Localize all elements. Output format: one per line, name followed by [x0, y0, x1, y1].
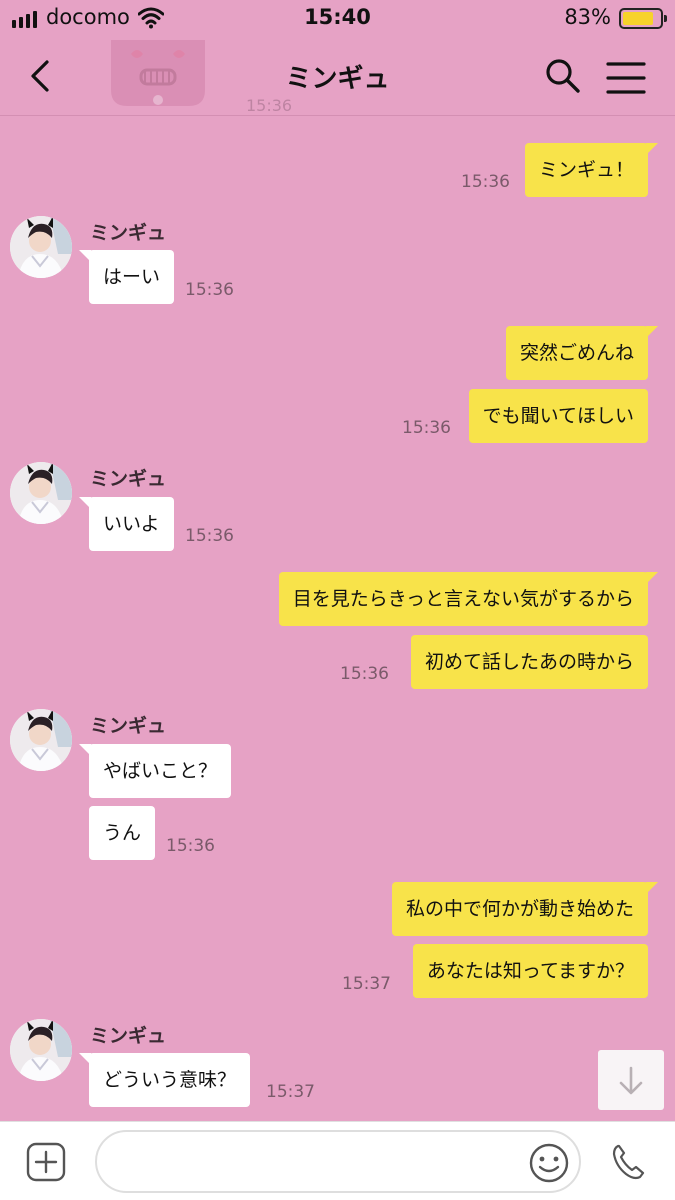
battery-icon: [619, 8, 667, 29]
outgoing-message: 初めて話したあの時から: [410, 635, 648, 689]
message-input-bar: [0, 1121, 675, 1200]
avatar[interactable]: [10, 1019, 72, 1081]
battery-percent: 83%: [564, 5, 611, 29]
message-timestamp: 15:37: [342, 974, 391, 994]
chat-header: 15:36 ミンギュ: [0, 40, 675, 116]
sender-name: ミンギュ: [90, 222, 167, 244]
sender-name: ミンギュ: [90, 715, 167, 737]
phone-icon[interactable]: [608, 1142, 648, 1182]
message-timestamp: 15:36: [402, 418, 451, 438]
avatar-photo: [10, 1019, 72, 1081]
outgoing-message: 私の中で何かが動き始めた: [391, 882, 659, 936]
message-timestamp: 15:36: [340, 664, 389, 684]
message-timestamp: 15:36: [185, 280, 234, 300]
scroll-to-bottom-button[interactable]: [598, 1050, 664, 1110]
avatar[interactable]: [10, 709, 72, 771]
status-bar: docomo 15:40 83%: [0, 0, 675, 40]
plus-box-icon[interactable]: [26, 1142, 66, 1182]
avatar-photo: [10, 462, 72, 524]
outgoing-message: あなたは知ってますか？: [412, 944, 648, 998]
avatar[interactable]: [10, 462, 72, 524]
incoming-message: やばいこと？: [78, 744, 232, 798]
sender-name: ミンギュ: [90, 468, 167, 490]
smiley-icon[interactable]: [528, 1142, 570, 1184]
avatar-photo: [10, 216, 72, 278]
incoming-message: うん: [89, 806, 156, 860]
search-icon[interactable]: [543, 56, 583, 96]
outgoing-message: でも聞いてほしい: [468, 389, 648, 443]
message-timestamp: 15:36: [166, 836, 215, 856]
avatar-photo: [10, 709, 72, 771]
message-timestamp: 15:36: [185, 526, 234, 546]
message-timestamp: 15:36: [461, 172, 510, 192]
incoming-message: いいよ: [79, 497, 174, 551]
chat-screen: docomo 15:40 83% 15:36 ミンギュ ミンギュ！ 15:36 …: [0, 0, 675, 1200]
incoming-message: はーい: [78, 250, 175, 304]
avatar[interactable]: [10, 216, 72, 278]
outgoing-message: ミンギュ！: [524, 143, 659, 197]
incoming-message: どういう意味？: [78, 1053, 251, 1107]
outgoing-message: 突然ごめんね: [505, 326, 659, 380]
hamburger-menu-icon[interactable]: [606, 60, 646, 96]
message-timestamp: 15:37: [266, 1082, 315, 1102]
watermark-timestamp: 15:36: [246, 96, 293, 115]
message-input[interactable]: [95, 1130, 581, 1193]
outgoing-message: 目を見たらきっと言えない気がするから: [278, 572, 659, 626]
sender-name: ミンギュ: [90, 1025, 167, 1047]
arrow-down-icon: [619, 1066, 643, 1095]
